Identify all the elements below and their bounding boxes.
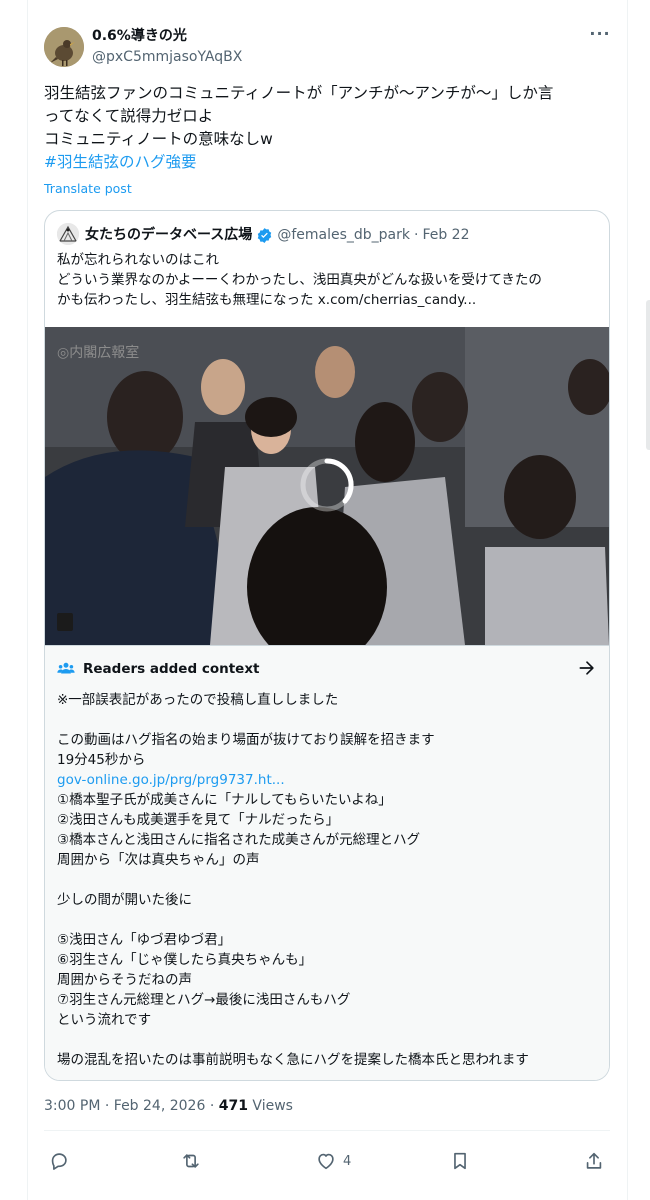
action-bar: 4	[44, 1147, 610, 1175]
timestamp-separator: ·	[209, 1098, 215, 1114]
like-count: 4	[343, 1153, 352, 1169]
quoted-post-text: 私が忘れられないのはこれ どういう業界なのかよーーくわかったし、浅田真央がどんな…	[57, 250, 597, 310]
reply-icon	[51, 1153, 67, 1170]
quoted-separator: ·	[413, 227, 419, 243]
bookmark-button[interactable]	[449, 1147, 471, 1175]
divider	[44, 1130, 610, 1131]
video-player[interactable]: ◎内閣広報室	[45, 327, 609, 645]
quoted-text-line: 私が忘れられないのはこれ	[57, 252, 219, 268]
repost-button[interactable]	[180, 1147, 202, 1175]
share-button[interactable]	[583, 1147, 605, 1175]
note-line: ⑤浅田さん「ゆづ君ゆづ君」	[57, 932, 232, 948]
hashtag-link[interactable]: #羽生結弦のハグ強要	[44, 151, 614, 174]
loading-spinner-icon	[300, 458, 354, 512]
note-line: 周囲からそうだねの声	[57, 972, 192, 988]
community-note-title: Readers added context	[83, 661, 260, 677]
author-display-name[interactable]: 0.6%導きの光	[92, 27, 187, 45]
people-icon	[57, 662, 75, 674]
note-line	[57, 1030, 597, 1050]
edge-panel-stub	[646, 330, 650, 440]
like-button[interactable]: 4	[315, 1147, 351, 1175]
note-line: ⑥羽生さん「じゃ僕したら真央ちゃんも」	[57, 952, 313, 968]
views-label: Views	[252, 1098, 293, 1114]
note-line: ※一部誤表記があったので投稿し直ししました	[57, 692, 339, 708]
timestamp-separator: ·	[104, 1098, 110, 1114]
note-line: ①橋本聖子氏が成美さんに「ナルしてもらいたいよね」	[57, 792, 392, 808]
tweet-text-line: コミュニティノートの意味なしw	[44, 130, 273, 148]
note-line: ⑦羽生さん元総理とハグ→最後に浅田さんもハグ	[57, 992, 351, 1008]
video-control-icon[interactable]	[57, 613, 73, 631]
quoted-text-line: かも伝わったし、羽生結弦も無理になった x.com/cherrias_candy…	[57, 292, 477, 308]
arrow-right-icon[interactable]	[577, 658, 597, 678]
heart-icon	[318, 1153, 334, 1170]
note-line	[57, 870, 597, 890]
note-source-link[interactable]: gov-online.go.jp/prg/prg9737.ht...	[57, 770, 597, 790]
post-date[interactable]: Feb 24, 2026	[114, 1098, 206, 1114]
note-line	[57, 710, 597, 730]
quoted-post-header: 女たちのデータベース広場 @females_db_park · Feb 22	[85, 225, 470, 245]
note-line	[57, 910, 597, 930]
quoted-author-avatar[interactable]	[57, 223, 79, 245]
note-line: 19分45秒から	[57, 752, 146, 768]
tweet-text-line: 羽生結弦ファンのコミュニティノートが「アンチが〜アンチが〜」しか言	[44, 84, 554, 102]
tweet-text-line: ってなくて説得力ゼロよ	[44, 107, 214, 125]
translate-post-link[interactable]: Translate post	[44, 181, 132, 196]
author-avatar[interactable]	[44, 27, 84, 67]
note-line: 場の混乱を招いたのは事前説明もなく急にハグを提案した橋本氏と思われます	[57, 1052, 529, 1068]
repost-icon	[183, 1154, 199, 1168]
note-line: 少しの間が開いた後に	[57, 892, 192, 908]
post-time[interactable]: 3:00 PM	[44, 1098, 100, 1114]
quoted-text-line: どういう業界なのかよーーくわかったし、浅田真央がどんな扱いを受けてきたの	[57, 272, 542, 288]
note-line: ②浅田さんも成美選手を見て「ナルだったら」	[57, 812, 340, 828]
community-note-body: ※一部誤表記があったので投稿し直ししました この動画はハグ指名の始まり場面が抜け…	[57, 690, 597, 1070]
column-border-right	[627, 0, 628, 1200]
tweet-text: 羽生結弦ファンのコミュニティノートが「アンチが〜アンチが〜」しか言 ってなくて説…	[44, 82, 614, 174]
share-icon	[586, 1152, 602, 1169]
verified-badge-icon	[258, 227, 272, 243]
community-note-header: Readers added context	[57, 660, 260, 678]
note-line: 周囲から「次は真央ちゃん」の声	[57, 852, 260, 868]
quoted-post-date[interactable]: Feb 22	[422, 225, 469, 245]
quoted-post-card[interactable]: 女たちのデータベース広場 @females_db_park · Feb 22 私…	[44, 210, 610, 1081]
quoted-author-name[interactable]: 女たちのデータベース広場	[85, 225, 252, 245]
reply-button[interactable]	[48, 1147, 70, 1175]
views-count: 471	[218, 1098, 248, 1114]
community-note[interactable]: Readers added context ※一部誤表記があったので投稿し直しし…	[45, 645, 609, 1080]
post-timestamp: 3:00 PM · Feb 24, 2026 · 471 Views	[44, 1098, 293, 1114]
video-watermark: ◎内閣広報室	[57, 344, 139, 361]
quoted-author-handle[interactable]: @females_db_park	[277, 225, 410, 245]
note-line: ③橋本さんと浅田さんに指名された成美さんが元総理とハグ	[57, 832, 421, 848]
more-options-icon[interactable]: ···	[588, 26, 612, 46]
author-handle[interactable]: @pxC5mmjasoYAqBX	[92, 48, 242, 66]
note-line: という流れです	[57, 1012, 152, 1028]
bookmark-icon	[454, 1152, 466, 1170]
note-line: この動画はハグ指名の始まり場面が抜けており誤解を招きます	[57, 732, 435, 748]
column-border-left	[27, 0, 28, 1200]
